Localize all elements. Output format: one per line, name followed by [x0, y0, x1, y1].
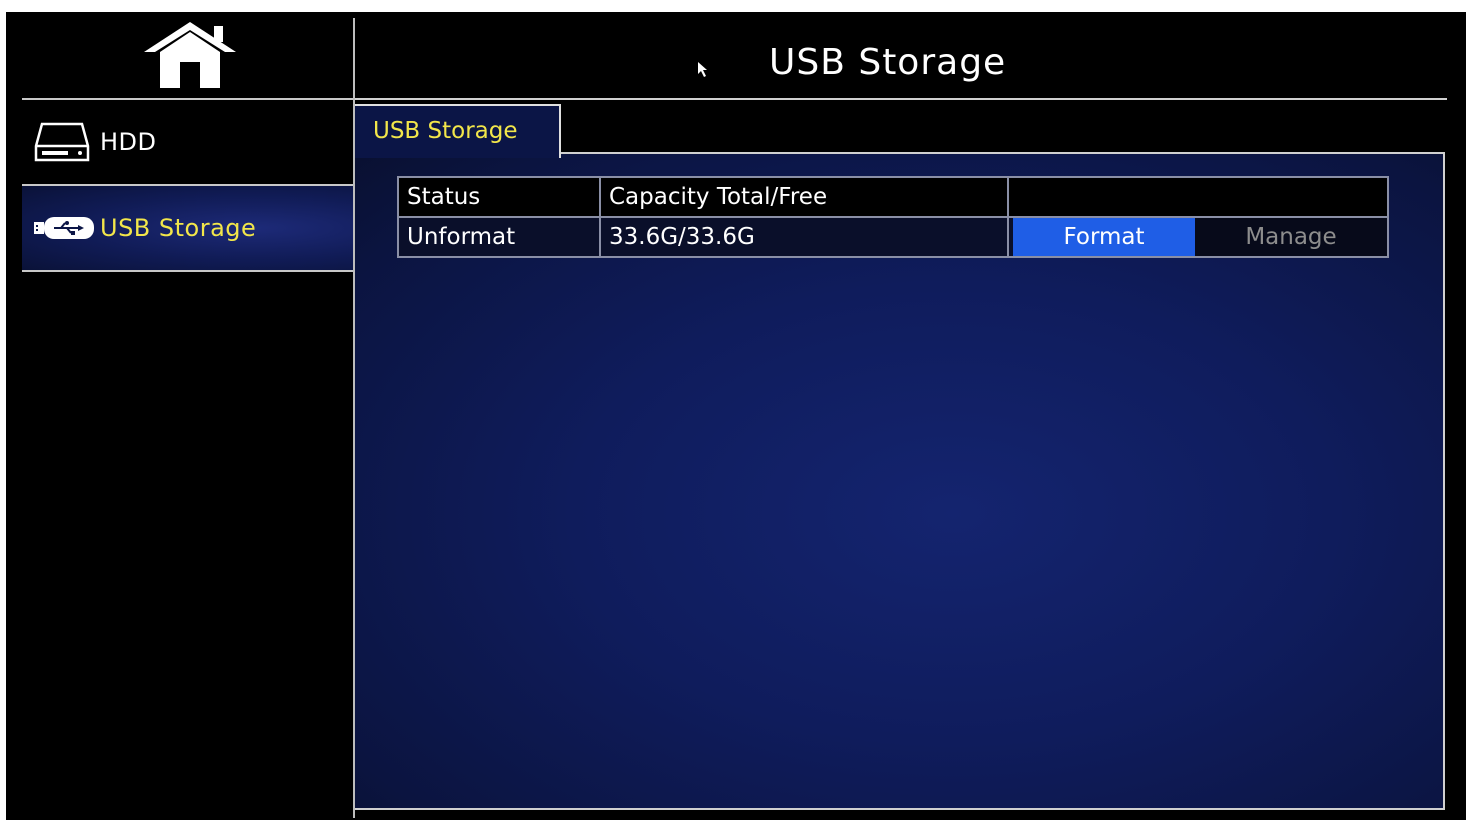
header: USB Storage	[355, 12, 1466, 98]
column-header-actions	[1007, 176, 1389, 218]
mouse-pointer-icon	[698, 62, 707, 77]
actions-cell: Format Manage	[1007, 216, 1389, 258]
column-header-capacity: Capacity Total/Free	[599, 176, 1009, 218]
usb-drive-icon	[34, 217, 94, 239]
tab-label: USB Storage	[373, 118, 518, 144]
header-divider	[355, 98, 1447, 100]
home-area	[22, 12, 354, 100]
page-title: USB Storage	[769, 42, 1007, 83]
capacity-cell: 33.6G/33.6G	[599, 216, 1009, 258]
storage-table: Status Capacity Total/Free Unformat 33.6…	[397, 176, 1389, 258]
manage-button[interactable]: Manage	[1195, 218, 1387, 256]
sidebar-item-label: HDD	[100, 128, 157, 156]
format-button[interactable]: Format	[1013, 218, 1195, 256]
hdd-icon	[34, 122, 90, 162]
sidebar-item-usb-storage[interactable]: USB Storage	[22, 186, 354, 272]
home-icon[interactable]	[144, 22, 236, 88]
column-header-status: Status	[397, 176, 601, 218]
sidebar: HDD USB Storage	[6, 12, 354, 820]
table-header-row: Status Capacity Total/Free	[397, 176, 1389, 218]
dvr-screen: HDD USB Storage USB Storage USB Storage …	[6, 12, 1466, 820]
table-row: Unformat 33.6G/33.6G Format Manage	[397, 216, 1389, 258]
tab-usb-storage[interactable]: USB Storage	[355, 104, 561, 158]
status-cell: Unformat	[397, 216, 601, 258]
action-buttons: Format Manage	[1009, 218, 1387, 256]
tab-strip-divider	[561, 152, 1445, 154]
sidebar-item-label: USB Storage	[100, 214, 257, 242]
sidebar-item-hdd[interactable]: HDD	[22, 100, 354, 186]
